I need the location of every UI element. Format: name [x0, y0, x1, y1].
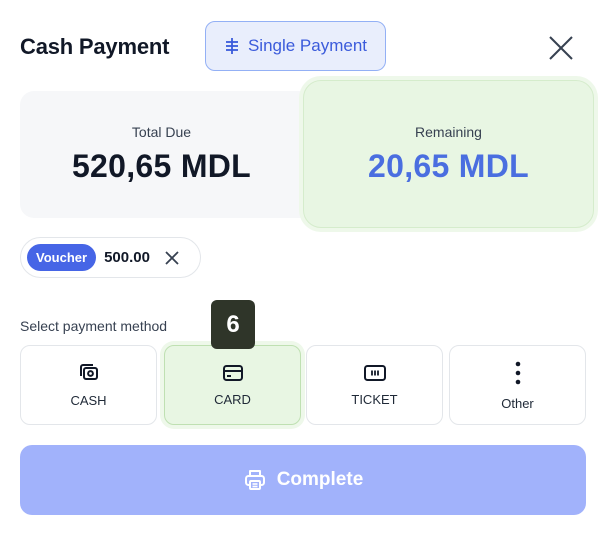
payment-method-label-card: CARD — [214, 391, 251, 407]
remaining-label: Remaining — [415, 123, 482, 140]
complete-button-label: Complete — [276, 469, 364, 490]
payment-method-ticket[interactable]: TICKET — [306, 345, 443, 425]
remaining-value: 20,65 MDL — [368, 147, 529, 184]
total-due-block: Total Due 520,65 MDL — [20, 91, 303, 218]
payment-method-cash[interactable]: CASH — [20, 345, 157, 425]
remove-voucher-icon[interactable] — [162, 248, 182, 268]
voucher-badge: Voucher — [27, 244, 97, 271]
cash-icon — [79, 363, 98, 380]
card-icon — [222, 364, 243, 381]
printer-icon — [244, 470, 265, 490]
total-due-label: Total Due — [131, 124, 192, 140]
single-payment-label: Single Payment — [247, 36, 368, 55]
payment-method-label-other: Other — [501, 395, 534, 411]
voucher-amount: 500.00 — [104, 249, 150, 266]
single-payment-button[interactable]: Single Payment — [205, 21, 386, 71]
payment-method-label-ticket: TICKET — [351, 391, 398, 407]
ticket-icon — [363, 364, 386, 381]
total-due-value: 520,65 MDL — [71, 148, 252, 184]
voucher-chip: Voucher 500.00 — [20, 237, 201, 278]
split-lines-icon — [225, 38, 238, 54]
page-title: Cash Payment — [20, 34, 170, 59]
payment-method-label-cash: CASH — [70, 392, 107, 408]
step-number-badge: 6 — [211, 300, 255, 349]
complete-button[interactable]: Complete — [20, 445, 586, 515]
payment-method-label: Select payment method — [20, 318, 168, 334]
remaining-block: Remaining 20,65 MDL — [303, 80, 594, 228]
close-icon[interactable] — [545, 32, 577, 64]
payment-method-other[interactable]: Other — [449, 345, 586, 425]
payment-method-card[interactable]: CARD — [164, 345, 301, 425]
more-vertical-icon — [515, 361, 520, 384]
